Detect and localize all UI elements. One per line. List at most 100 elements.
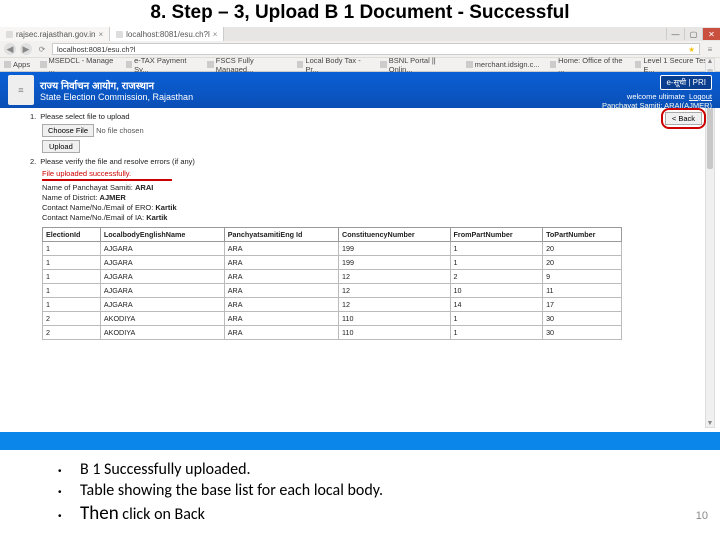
window-minimize[interactable]: — [666,28,684,40]
nav-forward-icon[interactable]: ▶ [20,43,32,55]
table-cell: ARA [224,325,338,339]
step-2: 2. Please verify the file and resolve er… [30,157,690,166]
bookmark-item[interactable]: MSEDCL - Manage ... [40,56,116,74]
window-maximize[interactable]: ▢ [684,28,702,40]
table-row: 2AKODIYAARA110130 [43,325,622,339]
col-frompart: FromPartNumber [450,227,543,241]
page-content: < Back 1. Please select file to upload C… [0,108,720,340]
table-cell: 14 [450,297,543,311]
table-row: 1AJGARAARA199120 [43,255,622,269]
back-button[interactable]: < Back [665,112,702,125]
table-row: 2AKODIYAARA110130 [43,311,622,325]
table-cell: AJGARA [100,283,224,297]
scroll-up-icon[interactable]: ▲ [706,58,714,66]
bookmark-label: e-TAX Payment Sy... [134,56,197,74]
browser-tab-1[interactable]: localhost:8081/esu.ch?l × [110,27,224,41]
table-cell: 12 [339,297,451,311]
table-body: 1AJGARAARA1991201AJGARAARA1991201AJGARAA… [43,241,622,339]
table-cell: ARA [224,269,338,283]
welcome-line: welcome ultimate Logout [627,92,712,101]
bookmark-item[interactable]: FSCS Fully Managed... [207,56,287,74]
address-bar[interactable]: localhost:8081/esu.ch?l ★ [52,43,700,55]
bookmark-item[interactable]: Home: Office of the ... [550,56,625,74]
tab-row: rajsec.rajasthan.gov.in × localhost:8081… [0,27,720,41]
table-cell: AJGARA [100,241,224,255]
scroll-down-icon[interactable]: ▼ [706,420,714,428]
table-cell: AKODIYA [100,311,224,325]
success-underline [42,179,172,181]
table-cell: 10 [450,283,543,297]
bookmark-item[interactable]: BSNL Portal || Onlin... [380,56,455,74]
bookmark-item[interactable]: Local Body Tax - Pr... [297,56,370,74]
bookmark-label: FSCS Fully Managed... [216,56,287,74]
close-icon[interactable]: × [213,30,218,39]
table-cell: 2 [43,311,101,325]
browser-chrome: rajsec.rajasthan.gov.in × localhost:8081… [0,27,720,72]
app-header: ⚖ राज्य निर्वाचन आयोग, राजस्थान State El… [0,72,720,108]
bullet-3: •Then click on Back [58,502,383,525]
nav-back-icon[interactable]: ◀ [4,43,16,55]
close-icon[interactable]: × [98,30,103,39]
bullet-1: •B 1 Successfully uploaded. [58,460,383,479]
emblem-icon: ⚖ [8,75,34,105]
table-cell: 20 [543,255,622,269]
choose-file-button[interactable]: Choose File [42,124,94,137]
bookmark-star-icon[interactable]: ★ [688,45,695,54]
table-cell: 199 [339,241,451,255]
table-row: 1AJGARAARA121011 [43,283,622,297]
step-text: Please select file to upload [40,112,129,121]
table-cell: 12 [339,269,451,283]
upload-button[interactable]: Upload [42,140,80,153]
window-close[interactable]: ✕ [702,28,720,40]
table-cell: 1 [43,297,101,311]
table-cell: 2 [450,269,543,283]
welcome-text: welcome ultimate [627,92,685,101]
step-text: Please verify the file and resolve error… [40,157,195,166]
table-cell: 30 [543,311,622,325]
bookmark-item[interactable]: Level 1 Secure Test E... [635,56,716,74]
bookmark-item[interactable]: merchant.idsign.c... [466,60,540,69]
browser-tab-0[interactable]: rajsec.rajasthan.gov.in × [0,27,110,41]
slide-bullets: •B 1 Successfully uploaded. •Table showi… [58,460,383,527]
favicon-icon [297,61,303,68]
table-row: 1AJGARAARA121417 [43,297,622,311]
meta-district: Name of District: AJMER [42,193,690,202]
bookmark-item[interactable]: e-TAX Payment Sy... [126,56,198,74]
favicon-icon [207,61,213,68]
table-cell: 110 [339,311,451,325]
menu-icon[interactable]: ≡ [704,43,716,55]
upload-success-message: File uploaded successfully. [42,169,690,178]
table-cell: 17 [543,297,622,311]
table-cell: 199 [339,255,451,269]
back-highlight: < Back [661,108,706,129]
col-electionid: ElectionId [43,227,101,241]
header-text: राज्य निर्वाचन आयोग, राजस्थान State Elec… [40,78,193,102]
table-cell: AKODIYA [100,325,224,339]
file-chooser: Choose File No file chosen [42,124,690,137]
header-title-hindi: राज्य निर्वाचन आयोग, राजस्थान [40,78,193,92]
logout-link[interactable]: Logout [689,92,712,101]
bookmark-label: merchant.idsign.c... [475,60,540,69]
favicon-icon [40,61,46,68]
header-title-english: State Election Commission, Rajasthan [40,92,193,102]
apps-button[interactable]: Apps [4,60,30,69]
reload-icon[interactable]: ⟳ [36,43,48,55]
bullet-2: •Table showing the base list for each lo… [58,481,383,500]
header-right: e-सूची | PRI welcome ultimate Logout Pan… [602,75,712,110]
table-row: 1AJGARAARA199120 [43,241,622,255]
table-cell: 12 [339,283,451,297]
favicon-icon [116,31,123,38]
col-constituency: ConstituencyNumber [339,227,451,241]
table-cell: 11 [543,283,622,297]
col-localbody: LocalbodyEnglishName [100,227,224,241]
bookmark-label: Home: Office of the ... [558,56,625,74]
favicon-icon [550,61,556,68]
step-number: 2. [30,157,36,166]
esuchi-badge: e-सूची | PRI [660,75,712,90]
bookmark-label: MSEDCL - Manage ... [49,56,116,74]
url-text: localhost:8081/esu.ch?l [57,45,135,54]
table-cell: AJGARA [100,297,224,311]
table-cell: ARA [224,241,338,255]
bookmark-label: BSNL Portal || Onlin... [389,56,456,74]
table-cell: 1 [43,269,101,283]
